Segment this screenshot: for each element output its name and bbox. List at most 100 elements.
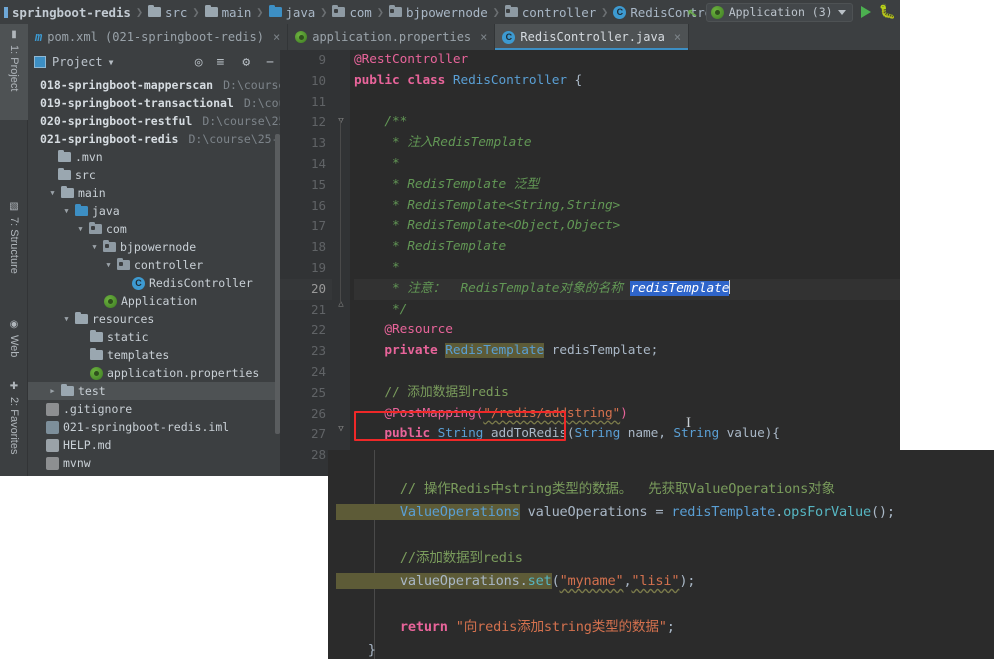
lower-code-area[interactable]: // 操作Redis中string类型的数据。 先获取ValueOperatio… [328,450,994,659]
chevron-down-icon[interactable]: ▼ [109,58,114,67]
chevron-down-icon[interactable] [837,9,846,15]
sidebar-item-web[interactable]: ◉ Web [0,314,28,374]
sidebar-item-favorites[interactable]: ✚ 2: Favorites [0,376,28,476]
tree-item-label: resources [92,312,155,326]
folder-icon [90,329,103,342]
code-line-20: * 注意： RedisTemplate对象的名称 redisTemplate [354,278,900,300]
tree-item-java[interactable]: ▼ java [28,202,280,220]
sidebar-item-label: 2: Favorites [8,397,20,455]
tree-item-label: src [75,168,96,182]
code-line-23: private RedisTemplate redisTemplate; [354,343,659,359]
java-class-icon: C [502,30,516,44]
tab-application-properties[interactable]: application.properties × [288,24,496,50]
tree-item-label: bjpowernode [120,240,197,254]
tree-arrow[interactable]: ▶ [48,387,57,395]
code-line-18: * RedisTemplate [354,239,507,255]
tree-item-help-md[interactable]: HELP.md [28,436,280,454]
text-selection: redisTemplate [630,280,730,296]
breadcrumb-item-main[interactable]: main [204,0,251,24]
tree-item-static[interactable]: static [28,328,280,346]
tree-arrow[interactable]: ▼ [90,243,99,251]
tree-item-src[interactable]: src [28,166,280,184]
folder-icon [61,185,74,198]
tree-item-path: D:\course\25-Sp [202,114,280,128]
tree-arrow[interactable]: ▼ [104,261,113,269]
hammer-icon[interactable]: ↖ [686,1,700,22]
tree-item-gitignore[interactable]: .gitignore [28,400,280,418]
close-icon[interactable]: × [674,30,681,44]
collapse-all-icon[interactable]: ≡ [217,55,225,70]
tree-item-templates[interactable]: templates [28,346,280,364]
markdown-icon [46,438,59,452]
close-icon[interactable]: × [480,30,487,44]
lower-code-line-3 [336,524,994,547]
tree-arrow[interactable]: ▼ [62,207,71,215]
occurrence-highlight: RedisTemplate [445,343,545,359]
tree-item-com[interactable]: ▼ com [28,220,280,238]
tree-item-resources[interactable]: ▼ resources [28,310,280,328]
settings-gear-icon[interactable]: ⚙ [242,55,250,70]
package-icon [117,257,130,270]
lower-code-line-2: ValueOperations valueOperations = redisT… [336,504,895,520]
tree-item-controller[interactable]: ▼ controller [28,256,280,274]
tree-arrow[interactable]: ▼ [76,225,85,233]
run-configuration-selector[interactable]: Application (3) [705,2,853,22]
editor-code-area[interactable]: @RestController public class RedisContro… [350,50,900,476]
tab-pom-xml[interactable]: m pom.xml (021-springboot-redis) × [28,24,289,50]
close-icon[interactable]: × [273,30,280,44]
breadcrumb-item-src[interactable]: src [148,0,187,24]
tree-arrow[interactable]: ▼ [48,189,57,197]
sidebar-item-project[interactable]: ▮ 1: Project [0,24,28,120]
breadcrumb-item-bjpowernode[interactable]: bjpowernode [388,0,488,24]
locate-icon[interactable]: ◎ [195,55,203,70]
code-editor[interactable]: 9 10 11 12 13 14 15 16 17 18 19 20 21 22… [280,50,900,476]
tree-item-iml[interactable]: 021-springboot-redis.iml [28,418,280,436]
java-class-icon: C [132,276,145,290]
tree-item-label: RedisController [149,276,253,290]
breadcrumb-separator: ❯ [256,5,264,19]
fold-end-icon[interactable]: △ [336,299,346,309]
breadcrumb-item-java[interactable]: java [268,0,315,24]
code-line-19: * [354,259,400,275]
project-panel-title[interactable]: Project [52,55,103,69]
fold-collapse-icon[interactable]: ▽ [336,116,346,126]
folder-icon [204,4,218,17]
tree-item-label: .mvn [75,150,103,164]
tree-item-module-redis[interactable]: 021-springboot-redis D:\course\25-Spri [28,130,280,148]
editor-fold-column[interactable]: ▽ △ ▽ [332,50,350,476]
breadcrumb-item-com[interactable]: com [332,0,372,24]
tree-item-label: Application [121,294,198,308]
tab-redis-controller-java[interactable]: C RedisController.java × [495,24,690,50]
tree-item-label: controller [134,258,204,272]
tab-label: pom.xml (021-springboot-redis) [47,30,264,44]
editor-gutter[interactable]: 9 10 11 12 13 14 15 16 17 18 19 20 21 22… [280,50,346,476]
line-number: 9 [318,52,326,67]
code-editor-lower-panel[interactable]: // 操作Redis中string类型的数据。 先获取ValueOperatio… [328,450,994,659]
tree-item-path: D:\course [243,96,280,110]
tree-item-module[interactable]: 018-springboot-mapperscan D:\course\25 [28,76,280,94]
tree-item-application-properties[interactable]: application.properties [28,364,280,382]
debug-icon[interactable]: 🐛 [879,5,896,19]
breadcrumb-item-module[interactable]: springboot-redis [2,0,131,24]
fold-collapse-icon[interactable]: ▽ [336,424,346,434]
tree-item-application[interactable]: Application [28,292,280,310]
tree-item-mvnw[interactable]: mvnw [28,454,280,472]
tree-item-label: 021-springboot-redis.iml [63,420,230,434]
mouse-text-cursor: I [686,415,691,431]
tree-item-main[interactable]: ▼ main [28,184,280,202]
line-number: 23 [280,341,346,363]
tree-item-module[interactable]: 019-springboot-transactional D:\course [28,94,280,112]
hide-icon[interactable]: − [266,55,274,70]
tree-item-module[interactable]: 020-springboot-restful D:\course\25-Sp [28,112,280,130]
tree-item-redis-controller[interactable]: C RedisController [28,274,280,292]
run-icon[interactable] [860,6,871,18]
breadcrumb-item-controller[interactable]: controller [504,0,596,24]
project-tool-window: Project ▼ ◎ ≡ ⚙ − 018-springboot-mappers… [28,50,280,476]
tree-arrow[interactable]: ▼ [62,315,71,323]
tree-item-bjpowernode[interactable]: ▼ bjpowernode [28,238,280,256]
structure-icon: ▧ [8,201,20,212]
tree-item-test[interactable]: ▶ test [28,382,280,400]
sidebar-item-structure[interactable]: ▧ 7: Structure [0,196,28,308]
occurrence-highlight: valueOperations.set [336,573,552,589]
tree-item-mvn[interactable]: .mvn [28,148,280,166]
